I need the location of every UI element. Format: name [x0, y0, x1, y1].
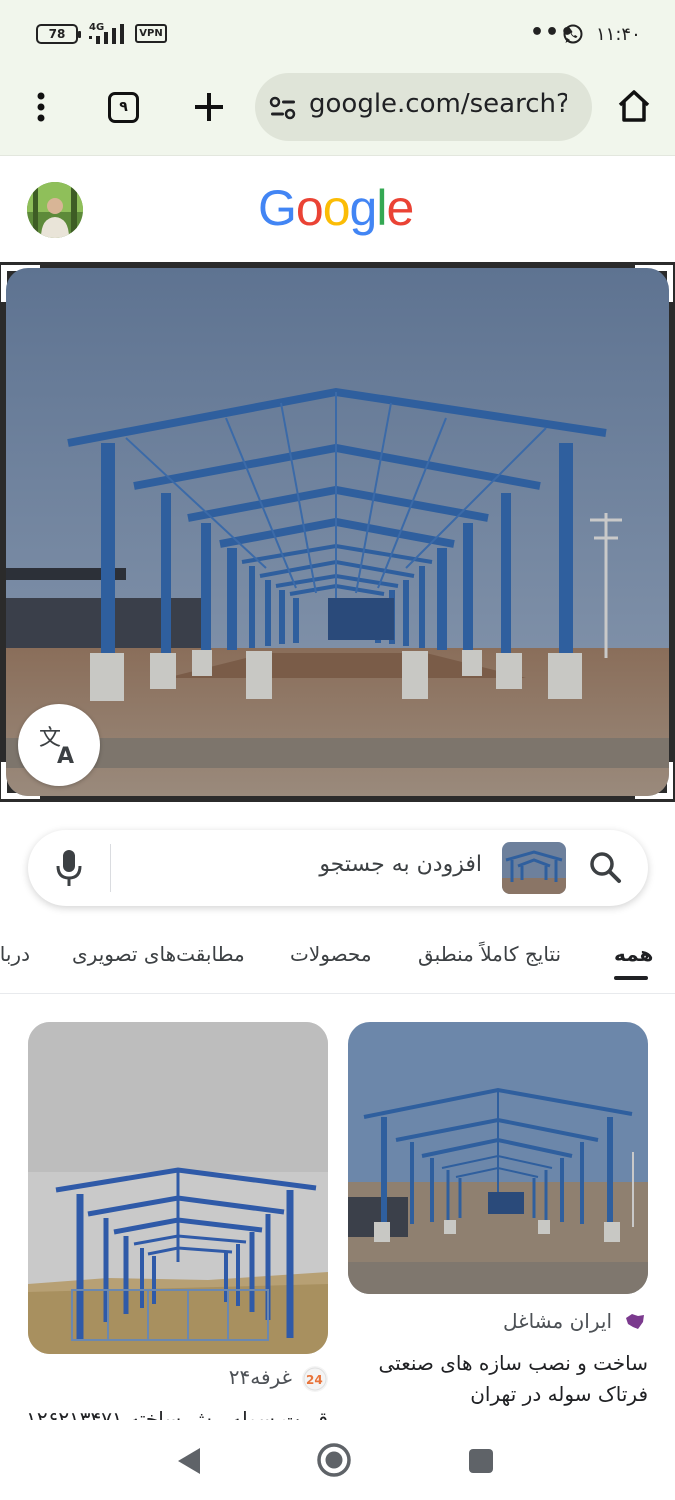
- result-image[interactable]: [28, 1022, 328, 1354]
- site-favicon: [626, 1314, 644, 1329]
- site-settings-icon[interactable]: [269, 95, 297, 121]
- tab-all[interactable]: همه: [614, 942, 653, 966]
- signal-icon: 4G: [89, 22, 124, 44]
- tab-visual-matches[interactable]: مطابقت‌های تصویری: [72, 942, 245, 966]
- site-favicon: 24: [302, 1366, 328, 1392]
- svg-text:A: A: [57, 744, 74, 767]
- tab-products[interactable]: محصولات: [290, 942, 372, 966]
- search-box[interactable]: افزودن به جستجو: [28, 830, 648, 906]
- logo-letter: o: [322, 180, 351, 236]
- result-source[interactable]: ایران مشاغل: [348, 1306, 648, 1338]
- source-name: غرفه۲۴: [228, 1365, 292, 1389]
- svg-text:4G: 4G: [89, 22, 104, 33]
- avatar[interactable]: [27, 182, 83, 238]
- search-placeholder[interactable]: افزودن به جستجو: [319, 852, 482, 877]
- recent-apps-icon[interactable]: [468, 1448, 494, 1474]
- mic-icon[interactable]: [54, 848, 84, 888]
- result-source[interactable]: 24 غرفه۲۴: [28, 1362, 328, 1394]
- filter-tabs: همه نتایج کاملاً منطبق محصولات مطابقت‌ها…: [0, 930, 675, 994]
- whatsapp-icon: [563, 24, 583, 44]
- search-image-thumbnail[interactable]: [502, 842, 566, 894]
- battery-indicator: 78: [36, 24, 81, 44]
- search-image[interactable]: [6, 268, 669, 796]
- more-vert-icon[interactable]: [26, 90, 56, 124]
- vpn-badge: VPN: [135, 24, 167, 43]
- tab-about[interactable]: دربا: [0, 942, 30, 966]
- translate-icon: 文 A: [39, 726, 74, 767]
- result-title[interactable]: ساخت و نصب سازه های صنعتی فرتاک سوله در …: [348, 1348, 648, 1410]
- tab-exact-matches[interactable]: نتایج کاملاً منطبق: [418, 942, 561, 966]
- result-image[interactable]: [348, 1022, 648, 1294]
- system-nav-bar: [0, 1422, 675, 1500]
- result-title[interactable]: قیمت سوله پیش ساخته ۰۹۱۲۶۲۱۳۴۷۱: [28, 1404, 328, 1420]
- svg-text:24: 24: [306, 1373, 323, 1387]
- home-icon[interactable]: [616, 88, 652, 124]
- back-icon[interactable]: [176, 1446, 202, 1476]
- logo-letter: G: [258, 180, 297, 236]
- new-tab-icon[interactable]: [192, 90, 226, 124]
- logo-letter: l: [376, 180, 387, 236]
- active-tab-indicator: [614, 976, 648, 980]
- logo-letter: e: [386, 180, 414, 236]
- browser-toolbar: ۹ google.com/search?v: [0, 68, 675, 156]
- address-bar[interactable]: google.com/search?v: [255, 73, 592, 141]
- steel-structure-image: [6, 268, 669, 796]
- home-button-icon[interactable]: [316, 1442, 352, 1478]
- clock: ۱۱:۴۰: [596, 24, 641, 45]
- search-icon[interactable]: [588, 850, 622, 884]
- translate-button[interactable]: 文 A: [18, 704, 100, 786]
- google-logo: Google: [258, 176, 418, 240]
- logo-letter: o: [295, 180, 324, 236]
- logo-letter: g: [349, 180, 378, 236]
- source-name: ایران مشاغل: [502, 1309, 612, 1333]
- divider: [110, 844, 111, 892]
- tab-switcher-button[interactable]: ۹: [108, 92, 139, 123]
- url-text: google.com/search?v: [309, 89, 567, 119]
- status-bar: 78 4G VPN ••• ۱۱:۴۰: [0, 0, 675, 68]
